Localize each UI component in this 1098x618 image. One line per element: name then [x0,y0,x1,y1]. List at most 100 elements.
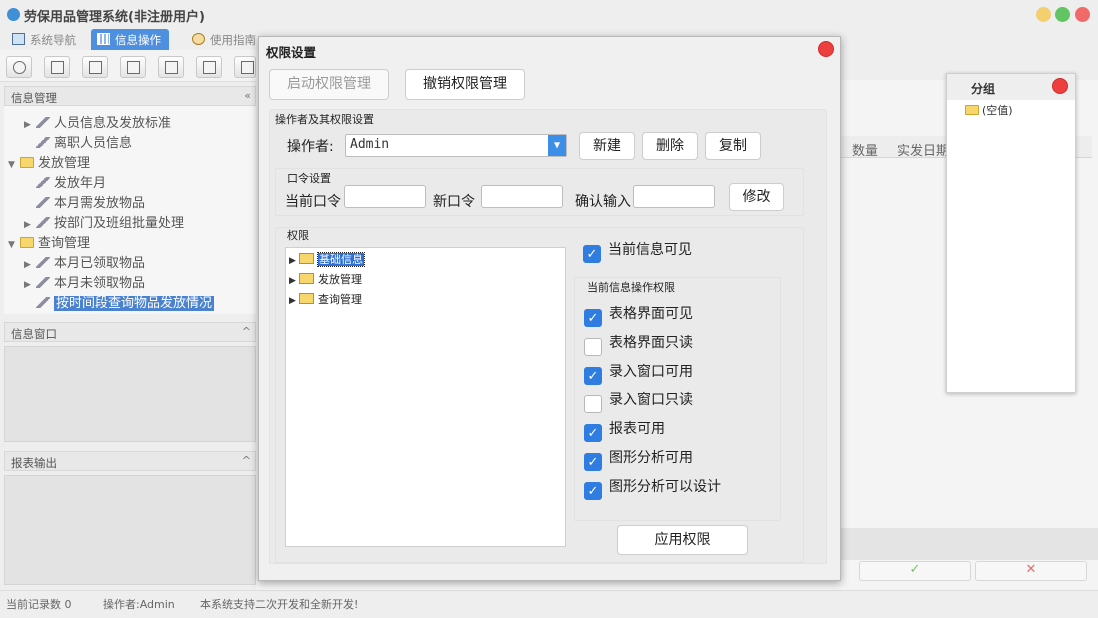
chevron-down-icon[interactable]: ▼ [548,135,566,156]
dialog-close-button[interactable] [818,41,834,57]
group-panel-header: 分组 [947,74,1075,100]
tree-item-period-query[interactable]: 按时间段查询物品发放情况 [36,292,215,311]
perm-node-query-mgmt[interactable]: ▶ 查询管理 [289,291,362,307]
search-icon [13,61,26,74]
current-password-input[interactable] [344,185,426,208]
checkbox-empty-icon: ✓ [584,395,602,414]
report-output-title: 报表输出 [11,456,57,470]
collapse-icon[interactable]: ^ [242,454,251,467]
current-password-label: 当前口令 [285,194,341,210]
perm-label: 表格界面可见 [609,306,693,322]
revoke-permission-button[interactable]: 撤销权限管理 [405,69,525,100]
tree-item-batch[interactable]: ▶ 按部门及班组批量处理 [24,212,184,231]
folder-icon [299,293,314,304]
list-icon [51,61,64,74]
collapse-icon[interactable]: « [244,89,251,102]
tool-icon [36,217,50,228]
modify-password-button[interactable]: 修改 [729,183,784,211]
perm-entry-readonly-checkbox[interactable]: ✓ 录入窗口只读 [584,389,693,414]
confirm-button[interactable]: ✓ [859,561,971,581]
checkbox-checked-icon: ✓ [584,309,602,327]
tree-item-resigned[interactable]: 离职人员信息 [36,132,132,151]
new-password-label: 新口令 [433,194,475,210]
tab-system-nav[interactable]: 系统导航 [6,29,84,50]
info-window-header: 信息窗口 ^ [4,322,256,342]
copy-operator-button[interactable]: 复制 [705,132,761,160]
print-tool-button[interactable] [234,56,256,78]
grid-icon [97,33,110,45]
group-panel-title: 分组 [971,82,996,96]
operator-select[interactable]: Admin ▼ [345,134,567,157]
perm-grid-visible-checkbox[interactable]: ✓ 表格界面可见 [584,303,693,327]
title-bar: 劳保用品管理系统(非注册用户) [0,0,1098,28]
password-section-label: 口令设置 [287,172,331,185]
tree-item-staff-info[interactable]: ▶ 人员信息及发放标准 [24,112,171,131]
folder-icon [299,253,314,264]
current-visible-checkbox[interactable]: ✓ 当前信息可见 [583,239,692,263]
close-button[interactable] [1075,7,1090,22]
document-tool-button[interactable] [82,56,108,78]
window-tool-button[interactable] [158,56,184,78]
tool-icon [36,117,50,128]
group-close-button[interactable] [1052,78,1068,94]
delete-operator-button[interactable]: 删除 [642,132,698,160]
info-window-title: 信息窗口 [11,327,57,341]
maximize-button[interactable] [1055,7,1070,22]
operation-permission-label: 当前信息操作权限 [587,281,675,294]
tree-item-not-received[interactable]: ▶ 本月未领取物品 [24,272,145,291]
search-tool-button[interactable] [6,56,32,78]
column-header-quantity[interactable]: 数量 [852,140,878,159]
folder-icon [299,273,314,284]
permission-section-label: 权限 [287,229,309,242]
group-item-empty[interactable]: (空值) [965,102,1013,118]
tool-icon [36,277,50,288]
user-icon [127,61,140,74]
report-output-body [4,475,256,585]
column-header-issue-date[interactable]: 实发日期 [897,140,949,159]
perm-label: 报表可用 [609,421,665,438]
export-tool-button[interactable] [196,56,222,78]
perm-chart-enabled-checkbox[interactable]: ✓ 图形分析可用 [584,447,693,471]
tree-item-query-mgmt[interactable]: ▼ 查询管理 [8,232,90,251]
confirm-password-input[interactable] [633,185,715,208]
user-tool-button[interactable] [120,56,146,78]
apply-permission-button[interactable]: 应用权限 [617,525,748,555]
info-management-header: 信息管理 « [4,86,256,106]
confirm-password-label: 确认输入 [575,194,631,210]
permission-dialog: 权限设置 启动权限管理 撤销权限管理 操作者及其权限设置 操作者: Admin … [258,36,841,581]
perm-node-issue-mgmt[interactable]: ▶ 发放管理 [289,271,362,287]
checkbox-empty-icon: ✓ [584,337,602,356]
tree-item-received[interactable]: ▶ 本月已领取物品 [24,252,145,271]
app-title: 劳保用品管理系统(非注册用户) [24,10,205,25]
monitor-icon [12,33,25,45]
minimize-button[interactable] [1036,7,1051,22]
folder-icon [965,105,979,115]
perm-grid-readonly-checkbox[interactable]: ✓ 表格界面只读 [584,332,693,356]
list-tool-button[interactable] [44,56,70,78]
bottom-bar [840,528,1098,560]
perm-entry-enabled-checkbox[interactable]: ✓ 录入窗口可用 [584,361,693,385]
permission-tree[interactable]: ▶ 基础信息 ▶ 发放管理 ▶ 查询管理 [285,247,566,547]
window-icon [165,61,178,74]
tree-item-issue-month[interactable]: 发放年月 [36,172,106,191]
perm-label: 表格界面只读 [609,334,693,351]
checkbox-checked-icon: ✓ [584,424,602,443]
perm-node-basic-info[interactable]: ▶ 基础信息 [289,251,365,267]
group-panel: 分组 (空值) [946,73,1076,393]
new-password-input[interactable] [481,185,563,208]
folder-icon [20,157,34,168]
perm-chart-design-checkbox[interactable]: ✓ 图形分析可以设计 [584,476,721,500]
new-operator-button[interactable]: 新建 [579,132,635,160]
tree-item-month-items[interactable]: 本月需发放物品 [36,192,145,211]
collapse-icon[interactable]: ^ [242,325,251,338]
start-permission-button[interactable]: 启动权限管理 [269,69,389,100]
tab-info-operation[interactable]: 信息操作 [91,29,169,50]
tab-user-guide[interactable]: 使用指南 [186,29,264,50]
tool-icon [36,177,50,188]
perm-label: 录入窗口只读 [609,392,693,409]
panel-title: 信息管理 [11,91,57,105]
cancel-button[interactable]: ✕ [975,561,1087,581]
perm-report-enabled-checkbox[interactable]: ✓ 报表可用 [584,418,665,443]
perm-label: 图形分析可以设计 [609,478,721,495]
tree-item-issue-mgmt[interactable]: ▼ 发放管理 [8,152,90,171]
